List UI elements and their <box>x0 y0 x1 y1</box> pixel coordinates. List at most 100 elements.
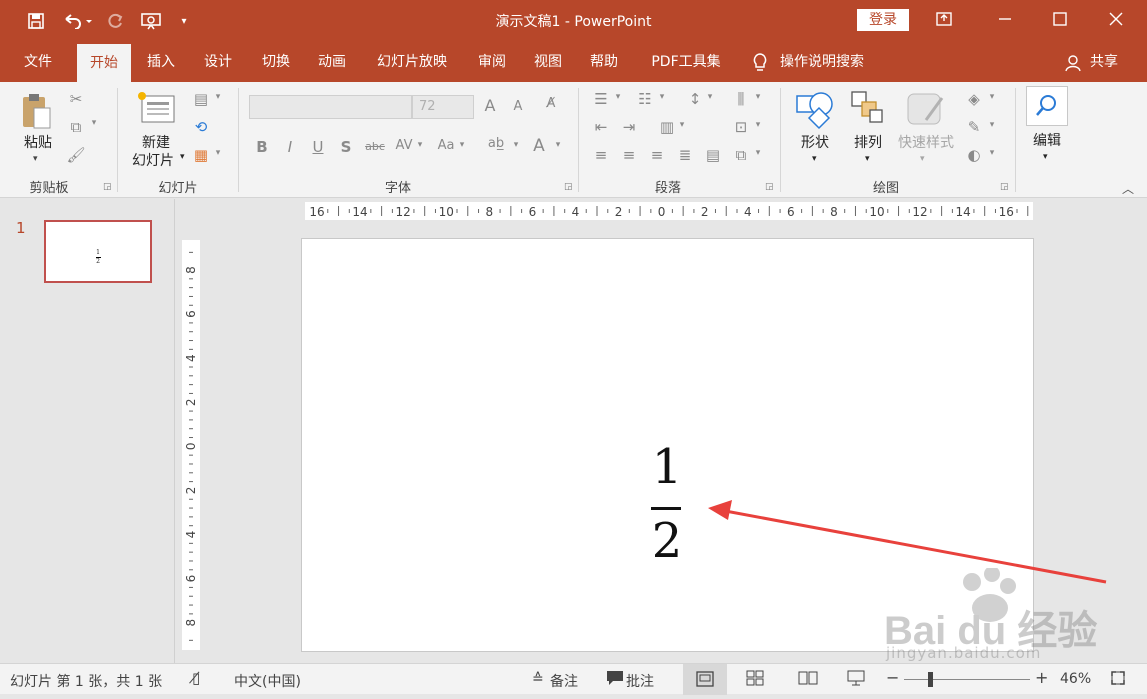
new-slide-dropdown-icon[interactable]: ▾ <box>180 152 185 162</box>
fraction-numerator[interactable]: 1 <box>602 439 732 495</box>
char-spacing-dropdown-icon[interactable]: ▾ <box>414 140 426 150</box>
zoom-slider-thumb[interactable] <box>928 672 933 687</box>
zoom-level[interactable]: 46% <box>1060 671 1091 687</box>
decrease-indent-icon[interactable]: ⇤ <box>590 118 612 136</box>
notes-button[interactable]: 备注 <box>550 671 578 691</box>
collapse-ribbon-icon[interactable]: ︿ <box>1122 180 1134 197</box>
editing-label[interactable]: 编辑 <box>1026 130 1068 150</box>
paste-icon[interactable] <box>20 92 56 136</box>
find-icon[interactable] <box>1026 86 1068 126</box>
quick-styles-icon[interactable] <box>906 90 946 132</box>
new-slide-icon[interactable] <box>136 92 178 130</box>
align-right-icon[interactable]: ≡ <box>646 146 668 164</box>
justify-icon[interactable]: ≣ <box>674 146 696 164</box>
columns-dropdown-icon[interactable]: ▾ <box>752 92 764 102</box>
slide-thumbnail[interactable]: 1 2 <box>44 220 152 283</box>
zoom-slider[interactable] <box>904 679 1030 680</box>
close-icon[interactable] <box>1101 8 1131 34</box>
tab-slideshow[interactable]: 幻灯片放映 <box>366 42 458 82</box>
reading-view-icon[interactable] <box>798 670 818 690</box>
align-text-dropdown-icon[interactable]: ▾ <box>752 120 764 130</box>
tell-me-search[interactable]: 操作说明搜索 <box>780 42 880 82</box>
login-button[interactable]: 登录 <box>857 9 909 31</box>
quick-styles-label[interactable]: 快速样式 <box>893 132 959 152</box>
tab-pdf-tools[interactable]: PDF工具集 <box>640 42 732 82</box>
highlight-dropdown-icon[interactable]: ▾ <box>510 140 522 150</box>
text-direction-dropdown-icon[interactable]: ▾ <box>676 120 688 130</box>
accessibility-icon[interactable]: ▯̸ <box>192 669 200 687</box>
tab-review[interactable]: 审阅 <box>468 42 516 82</box>
font-name-field[interactable] <box>249 95 412 119</box>
share-button[interactable]: 共享 <box>1086 42 1122 82</box>
italic-icon[interactable]: I <box>282 138 298 156</box>
bold-icon[interactable]: B <box>254 138 270 156</box>
font-color-dropdown-icon[interactable]: ▾ <box>552 140 564 150</box>
shape-effects-dropdown-icon[interactable]: ▾ <box>986 148 998 158</box>
slideshow-view-icon[interactable] <box>846 670 866 690</box>
ribbon-display-icon[interactable] <box>929 8 959 34</box>
distributed-icon[interactable]: ▤ <box>702 146 724 164</box>
comments-icon[interactable] <box>606 670 624 690</box>
tab-transitions[interactable]: 切换 <box>252 42 300 82</box>
smartart-icon[interactable]: ⧉ <box>730 146 752 164</box>
numbering-dropdown-icon[interactable]: ▾ <box>656 92 668 102</box>
shape-fill-dropdown-icon[interactable]: ▾ <box>986 92 998 102</box>
cut-icon[interactable]: ✂ <box>66 90 86 108</box>
slide-sorter-view-icon[interactable] <box>746 670 764 690</box>
line-spacing-dropdown-icon[interactable]: ▾ <box>704 92 716 102</box>
smartart-dropdown-icon[interactable]: ▾ <box>752 148 764 158</box>
tab-home[interactable]: 开始 <box>77 44 131 82</box>
format-painter-icon[interactable]: 🖌 <box>66 146 86 164</box>
new-slide-label[interactable]: 新建 <box>128 132 184 152</box>
arrange-icon[interactable] <box>850 90 886 132</box>
shape-outline-dropdown-icon[interactable]: ▾ <box>986 120 998 130</box>
font-color-icon[interactable]: A <box>530 136 548 156</box>
minimize-icon[interactable] <box>990 8 1020 34</box>
shape-effects-icon[interactable]: ◐ <box>964 146 984 164</box>
fit-slide-icon[interactable] <box>1110 670 1126 690</box>
tab-animations[interactable]: 动画 <box>308 42 356 82</box>
grow-font-icon[interactable]: A <box>482 96 498 115</box>
tab-help[interactable]: 帮助 <box>580 42 628 82</box>
paragraph-launcher-icon[interactable]: ◲ <box>765 182 774 192</box>
zoom-in-icon[interactable]: + <box>1035 668 1048 687</box>
font-launcher-icon[interactable]: ◲ <box>564 182 573 192</box>
notes-icon[interactable]: ≙ <box>532 671 544 687</box>
quick-styles-dropdown-icon[interactable]: ▾ <box>920 154 925 164</box>
shadow-icon[interactable]: S <box>338 138 354 156</box>
editing-dropdown-icon[interactable]: ▾ <box>1043 152 1048 162</box>
zoom-out-icon[interactable]: − <box>886 668 899 687</box>
align-text-icon[interactable]: ⊡ <box>730 118 752 136</box>
shapes-label[interactable]: 形状 <box>795 132 835 152</box>
shape-outline-icon[interactable]: ✎ <box>964 118 984 136</box>
clear-format-icon[interactable]: A̸ <box>540 96 562 111</box>
strikethrough-icon[interactable]: abc <box>362 140 388 153</box>
section-dropdown-icon[interactable]: ▾ <box>212 148 224 158</box>
clipboard-launcher-icon[interactable]: ◲ <box>103 182 112 192</box>
bullets-dropdown-icon[interactable]: ▾ <box>612 92 624 102</box>
numbering-icon[interactable]: ☷ <box>634 90 656 108</box>
char-spacing-icon[interactable]: AV <box>394 138 414 153</box>
highlight-icon[interactable]: ab̲ <box>484 136 508 151</box>
increase-indent-icon[interactable]: ⇥ <box>618 118 640 136</box>
columns-icon[interactable]: ⫼ <box>730 90 752 108</box>
shapes-icon[interactable] <box>795 90 835 134</box>
drawing-launcher-icon[interactable]: ◲ <box>1000 182 1009 192</box>
copy-icon[interactable]: ⧉ <box>66 118 86 136</box>
paste-label[interactable]: 粘贴 <box>20 132 56 152</box>
text-direction-icon[interactable]: ▥ <box>656 118 678 136</box>
horizontal-ruler[interactable]: 16 14 12 10 8 6 4 2 0 2 4 6 8 10 12 14 16 <box>305 202 1033 220</box>
layout-icon[interactable]: ▤ <box>190 90 212 108</box>
layout-dropdown-icon[interactable]: ▾ <box>212 92 224 102</box>
line-spacing-icon[interactable]: ↕ <box>684 90 706 108</box>
change-case-dropdown-icon[interactable]: ▾ <box>456 140 468 150</box>
bullets-icon[interactable]: ☰ <box>590 90 612 108</box>
tab-view[interactable]: 视图 <box>524 42 572 82</box>
copy-dropdown-icon[interactable]: ▾ <box>88 118 100 128</box>
paste-dropdown-icon[interactable]: ▾ <box>33 154 38 164</box>
normal-view-button[interactable] <box>683 664 727 695</box>
comments-button[interactable]: 批注 <box>626 671 654 691</box>
reset-icon[interactable]: ⟲ <box>190 118 212 136</box>
arrange-dropdown-icon[interactable]: ▾ <box>865 154 870 164</box>
new-slide-label-2[interactable]: 幻灯片 <box>124 150 182 170</box>
